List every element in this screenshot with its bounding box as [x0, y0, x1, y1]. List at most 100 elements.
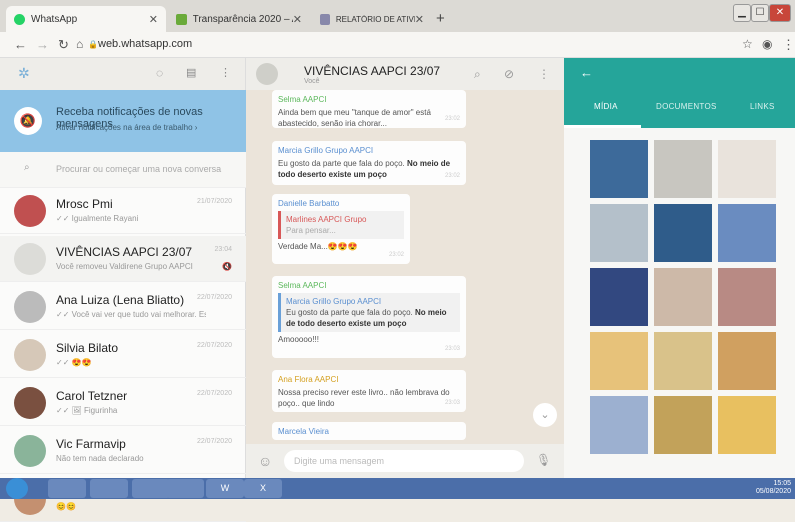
url-text[interactable]: web.whatsapp.com	[98, 38, 192, 50]
notification-banner[interactable]: 🔕 Receba notificações de novas mensagens…	[0, 90, 246, 152]
media-thumbnail[interactable]	[718, 204, 776, 262]
attach-icon[interactable]: ⊘	[504, 67, 514, 81]
message-input[interactable]: Digite uma mensagem	[284, 450, 524, 472]
message-bubble[interactable]: Marcia Grillo Grupo AAPCI Eu gosto da pa…	[272, 141, 466, 185]
tab-relatorio[interactable]: RELATÓRIO DE ATIVIDADES JUN ✕	[312, 6, 432, 32]
browser-tab-bar: WhatsApp ✕ Transparência 2020 – AAPCI – …	[0, 0, 795, 32]
forward-arrow-icon[interactable]: →	[36, 37, 49, 52]
chat-name: Vic Farmavip	[56, 437, 126, 451]
minimize-button[interactable]: ▁	[733, 4, 751, 22]
status-icon[interactable]: ◌	[156, 66, 163, 80]
tab-transparencia[interactable]: Transparência 2020 – AAPCI – A ✕	[168, 6, 310, 32]
group-avatar[interactable]	[256, 63, 278, 85]
quote-text: Para pensar...	[286, 226, 336, 235]
active-tab-indicator	[564, 125, 641, 128]
scroll-down-button[interactable]: ⌄	[533, 403, 557, 427]
tab-links[interactable]: LINKS	[750, 102, 775, 111]
home-icon[interactable]: ⌂	[76, 37, 83, 51]
star-icon[interactable]: ☆	[742, 37, 753, 51]
media-panel-header: ← MÍDIA DOCUMENTOS LINKS	[564, 58, 795, 128]
media-thumbnail[interactable]	[654, 332, 712, 390]
media-thumbnail[interactable]	[718, 268, 776, 326]
lock-icon: 🔒	[88, 40, 98, 49]
media-panel: ← MÍDIA DOCUMENTOS LINKS	[564, 58, 795, 478]
chat-list-item[interactable]: VIVÊNCIAS AAPCI 23/07 Você removeu Valdir…	[0, 236, 246, 282]
emoji-icon[interactable]: ☺	[258, 453, 272, 469]
address-bar: ← → ↻ ⌂ 🔒 web.whatsapp.com ☆ ◉ ⋮	[0, 32, 795, 58]
tab-whatsapp[interactable]: WhatsApp ✕	[6, 6, 166, 32]
media-thumbnail[interactable]	[654, 204, 712, 262]
back-arrow-icon[interactable]: ←	[14, 37, 27, 52]
tab-title: WhatsApp	[31, 13, 78, 25]
start-button[interactable]	[6, 478, 28, 499]
close-icon[interactable]: ✕	[149, 13, 158, 26]
microphone-icon[interactable]: 🎙	[536, 453, 551, 467]
search-icon[interactable]: ⌕	[474, 67, 481, 82]
media-thumbnail[interactable]	[590, 268, 648, 326]
taskbar-explorer[interactable]	[132, 479, 170, 498]
taskbar-word[interactable]: W	[206, 479, 244, 498]
media-thumbnail[interactable]	[590, 204, 648, 262]
group-name: VIVÊNCIAS AAPCI 23/07	[304, 64, 441, 78]
media-thumbnail[interactable]	[718, 140, 776, 198]
chat-list-item[interactable]: Carol Tetzner ✓✓ 🖼 Figurinha 22/07/2020	[0, 380, 246, 426]
message-sender: Selma AAPCI	[278, 95, 327, 104]
media-thumbnail[interactable]	[590, 332, 648, 390]
menu-dots-icon[interactable]: ⋮	[538, 67, 550, 81]
back-arrow-icon[interactable]: ←	[580, 65, 593, 80]
close-icon[interactable]: ✕	[415, 13, 424, 26]
taskbar-ie[interactable]	[48, 479, 86, 498]
tab-midia[interactable]: MÍDIA	[594, 102, 618, 111]
chat-preview: Não tem nada declarado	[56, 454, 144, 463]
notification-link[interactable]: Ativar notificações na área de trabalho …	[56, 123, 197, 132]
taskbar-excel[interactable]: X	[244, 479, 282, 498]
avatar	[14, 291, 46, 323]
taskbar-chrome[interactable]	[166, 479, 204, 498]
media-thumbnail[interactable]	[590, 396, 648, 454]
media-thumbnail[interactable]	[718, 396, 776, 454]
message-sender: Selma AAPCI	[278, 281, 327, 290]
new-tab-button[interactable]: +	[436, 10, 445, 27]
chat-name: VIVÊNCIAS AAPCI 23/07	[56, 245, 193, 259]
reload-icon[interactable]: ↻	[58, 37, 69, 53]
chat-list-item[interactable]: Vic Farmavip Não tem nada declarado 22/07/…	[0, 428, 246, 474]
message-bubble[interactable]: Selma AAPCI Marcia Grillo Grupo AAPCI Eu…	[272, 276, 466, 358]
maximize-button[interactable]: ☐	[751, 4, 769, 22]
message-bubble[interactable]: Danielle Barbatto Marlines AAPCI Grupo P…	[272, 194, 410, 264]
profile-icon[interactable]: ◉	[762, 37, 772, 51]
message-bubble[interactable]: Selma AAPCI Ainda bem que meu "tanque de…	[272, 90, 466, 128]
group-subtitle: Você	[304, 78, 320, 85]
close-icon[interactable]: ✕	[293, 13, 302, 26]
menu-dots-icon[interactable]: ⋮	[782, 37, 795, 53]
media-thumbnail[interactable]	[654, 268, 712, 326]
message-bubble[interactable]: Marcela Vieira	[272, 422, 466, 440]
chat-preview: ✓✓ 😍😍	[56, 358, 92, 367]
message-text: Nossa preciso rever este livro.. não lem…	[278, 388, 450, 408]
clock-time: 15:05	[773, 480, 791, 487]
chat-name: Mrosc Pmi	[56, 197, 113, 211]
media-thumbnail[interactable]	[654, 396, 712, 454]
media-thumbnail[interactable]	[654, 140, 712, 198]
conversation-panel: VIVÊNCIAS AAPCI 23/07 Você ⌕ ⊘ ⋮ Selma A…	[246, 58, 564, 478]
chat-list-item[interactable]: Ana Luiza (Lena Bliatto) ✓✓ Você vai ver …	[0, 284, 246, 330]
search-bar[interactable]: ⌕ Procurar ou começar uma nova conversa	[0, 152, 246, 188]
leaf-icon	[176, 13, 187, 25]
taskbar-media[interactable]	[90, 479, 128, 498]
avatar	[14, 339, 46, 371]
media-thumbnail[interactable]	[590, 140, 648, 198]
profile-logo-icon[interactable]: ✲	[18, 65, 30, 82]
menu-dots-icon[interactable]: ⋮	[220, 66, 231, 79]
message-time: 23:03	[444, 400, 460, 406]
chat-list-item[interactable]: Mrosc Pmi ✓✓ Igualmente Rayani 21/07/2020	[0, 188, 246, 234]
quoted-message[interactable]: Marcia Grillo Grupo AAPCI Eu gosto da pa…	[278, 293, 460, 332]
message-bubble[interactable]: Ana Flora AAPCI Nossa preciso rever este…	[272, 370, 466, 412]
quoted-message[interactable]: Marlines AAPCI Grupo Para pensar...	[278, 211, 404, 239]
mute-icon: 🔇	[222, 262, 232, 271]
tab-documentos[interactable]: DOCUMENTOS	[656, 102, 717, 111]
media-thumbnail[interactable]	[718, 332, 776, 390]
chat-list-item[interactable]: Silvia Bilato ✓✓ 😍😍 22/07/2020	[0, 332, 246, 378]
conversation-header[interactable]: VIVÊNCIAS AAPCI 23/07 Você ⌕ ⊘ ⋮	[246, 58, 564, 90]
new-chat-icon[interactable]: ▤	[186, 66, 196, 79]
close-window-button[interactable]: ✕	[769, 4, 791, 22]
message-time: 23:03	[444, 346, 460, 352]
